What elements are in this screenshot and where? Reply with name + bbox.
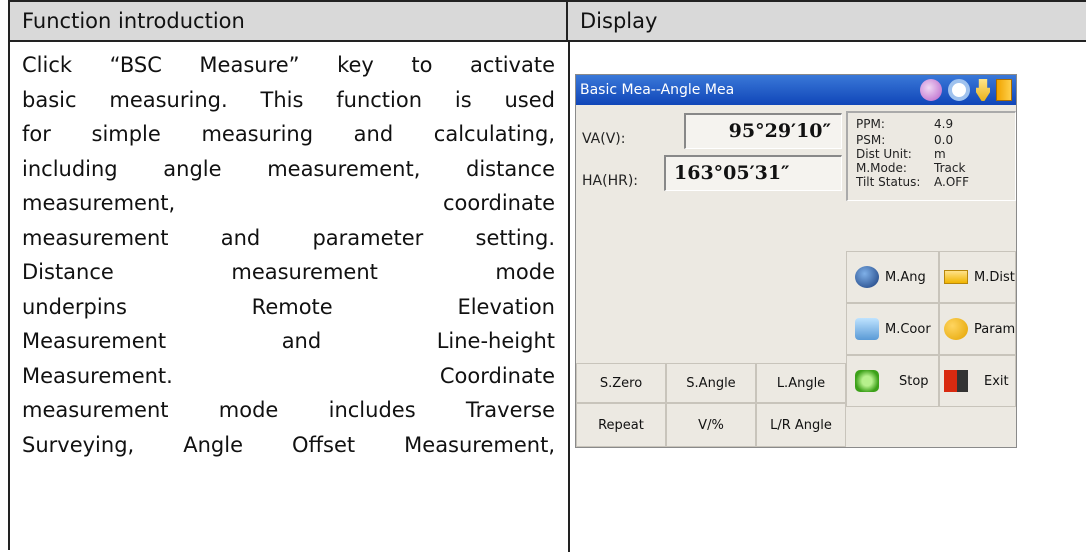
description-line: Distance measurement mode bbox=[22, 260, 555, 284]
header-function-introduction: Function introduction bbox=[10, 2, 568, 42]
description-line: for simple measuring and calculating, bbox=[22, 122, 555, 146]
description-line: basic measuring. This function is used bbox=[22, 87, 555, 112]
info-label: M.Mode: bbox=[856, 161, 907, 175]
ha-value: 163°05′31″ bbox=[664, 155, 842, 191]
header-display: Display bbox=[568, 2, 1086, 42]
info-label: PSM: bbox=[856, 133, 886, 147]
device-screen: Basic Mea--Angle Mea VA(V): 95°29′10″ HA… bbox=[575, 74, 1017, 448]
repeat-button[interactable]: Repeat bbox=[576, 403, 666, 447]
description-line: Click “BSC Measure” key to activate bbox=[22, 53, 555, 77]
exit-label: Exit bbox=[984, 373, 1009, 389]
gear-icon[interactable] bbox=[948, 79, 970, 101]
exit-door-icon bbox=[944, 370, 968, 392]
description-line: Measurement and Line-height bbox=[22, 329, 555, 353]
info-value: 0.0 bbox=[934, 133, 954, 147]
screen-title: Basic Mea--Angle Mea bbox=[580, 82, 735, 98]
s-angle-button[interactable]: S.Angle bbox=[666, 363, 756, 403]
description-line: Surveying, Angle Offset Measurement, bbox=[22, 432, 555, 457]
param-button[interactable]: Param bbox=[939, 303, 1016, 355]
coordinate-icon bbox=[855, 318, 879, 340]
info-label: Tilt Status: bbox=[856, 175, 921, 189]
s-zero-button[interactable]: S.Zero bbox=[576, 363, 666, 403]
ha-label: HA(HR): bbox=[582, 173, 638, 189]
status-icons bbox=[920, 78, 1012, 102]
plug-icon bbox=[976, 79, 990, 101]
v-percent-button[interactable]: V/% bbox=[666, 403, 756, 447]
l-angle-button[interactable]: L.Angle bbox=[756, 363, 846, 403]
param-label: Param bbox=[974, 321, 1016, 337]
info-label: Dist Unit: bbox=[856, 147, 912, 161]
column-divider bbox=[568, 42, 570, 552]
va-label: VA(V): bbox=[582, 131, 626, 147]
stop-label: Stop bbox=[899, 373, 929, 389]
info-value: 4.9 bbox=[934, 117, 954, 131]
m-dist-label: M.Dist bbox=[974, 269, 1015, 285]
exit-button[interactable]: Exit bbox=[939, 355, 1016, 407]
m-ang-button[interactable]: M.Ang bbox=[846, 251, 939, 303]
va-value: 95°29′10″ bbox=[684, 113, 842, 149]
description-line: measurement mode includes Traverse bbox=[22, 398, 555, 422]
stop-icon bbox=[855, 370, 879, 392]
globe-icon bbox=[855, 266, 879, 288]
stop-icon[interactable] bbox=[920, 79, 942, 101]
screen-title-bar: Basic Mea--Angle Mea bbox=[576, 75, 1016, 105]
description-line: including angle measurement, distance bbox=[22, 156, 555, 181]
info-label: PPM: bbox=[856, 117, 885, 131]
battery-icon bbox=[996, 79, 1012, 101]
description-line: underpins Remote Elevation bbox=[22, 294, 555, 319]
info-value: Track bbox=[934, 161, 966, 175]
m-coor-label: M.Coor bbox=[885, 321, 931, 337]
function-description: Click “BSC Measure” key to activate basi… bbox=[10, 48, 555, 462]
m-ang-label: M.Ang bbox=[885, 269, 926, 285]
measurement-info-panel: PPM: 4.9 PSM: 0.0 Dist Unit: m M.Mode: T… bbox=[846, 111, 1016, 201]
m-coor-button[interactable]: M.Coor bbox=[846, 303, 939, 355]
info-value: m bbox=[934, 147, 946, 161]
lr-angle-button[interactable]: L/R Angle bbox=[756, 403, 846, 447]
stop-button[interactable]: Stop bbox=[846, 355, 939, 407]
parameter-icon bbox=[944, 318, 968, 340]
ruler-icon bbox=[944, 270, 968, 284]
description-line: measurement and parameter setting. bbox=[22, 225, 555, 250]
info-value: A.OFF bbox=[934, 175, 970, 189]
description-line: Measurement. Coordinate bbox=[22, 363, 555, 388]
m-dist-button[interactable]: M.Dist bbox=[939, 251, 1016, 303]
description-line: measurement, coordinate bbox=[22, 191, 555, 215]
